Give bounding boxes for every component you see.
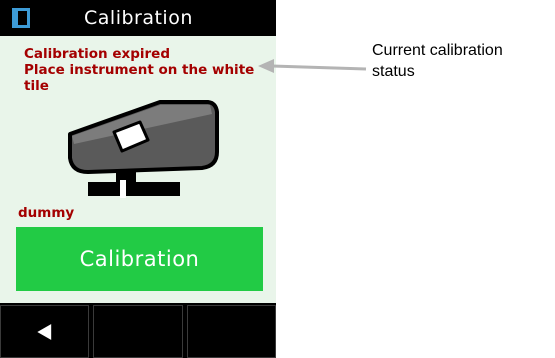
callout-label: Current calibration status (372, 40, 503, 82)
callout-line: Current calibration (372, 42, 503, 59)
panel-icon (12, 8, 30, 28)
device-screen: Calibration Calibration expired Place in… (0, 0, 276, 358)
callout-line: status (372, 63, 415, 80)
softkey-back[interactable] (0, 305, 90, 358)
softkey-middle[interactable] (93, 305, 183, 358)
calibration-button[interactable]: Calibration (16, 227, 263, 291)
status-line: Place instrument on the white (24, 62, 255, 78)
softkey-right[interactable] (186, 305, 276, 358)
instrument-name: dummy (18, 205, 75, 221)
status-line: tile (24, 78, 49, 94)
callout-arrow (258, 59, 367, 73)
softkey-bar (0, 303, 276, 358)
instrument-on-tile-illustration (68, 100, 219, 198)
page-title: Calibration (84, 7, 193, 29)
calibration-status-message: Calibration expired Place instrument on … (24, 46, 264, 94)
back-triangle-icon (36, 323, 51, 340)
title-bar: Calibration (0, 0, 276, 36)
status-line: Calibration expired (24, 46, 171, 62)
